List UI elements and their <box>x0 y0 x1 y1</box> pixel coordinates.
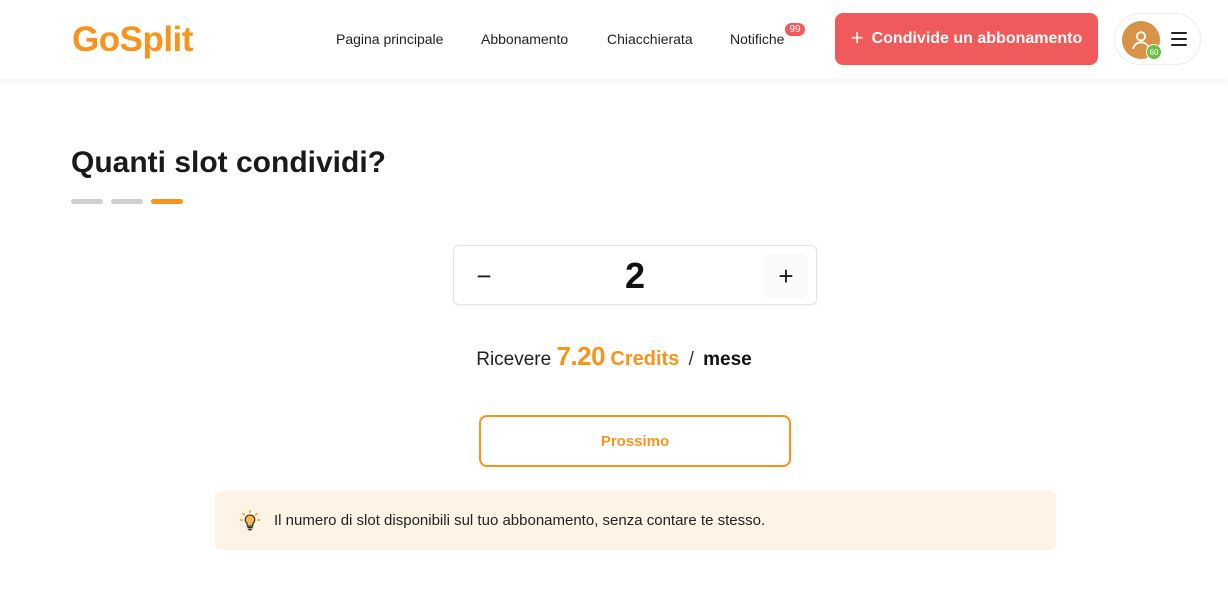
next-button[interactable]: Prossimo <box>479 415 791 467</box>
progress-step-3-active <box>151 199 183 204</box>
gosplit-logo[interactable]: GoSplit <box>72 20 193 60</box>
slot-quantity-stepper: − 2 + <box>453 245 817 305</box>
profile-menu-button[interactable]: 60 <box>1114 13 1201 65</box>
progress-steps <box>71 199 183 204</box>
earnings-amount: 7.20 <box>556 341 606 371</box>
nav-link-chat[interactable]: Chiacchierata <box>607 30 693 48</box>
progress-step-1 <box>71 199 103 204</box>
tip-banner: Il numero di slot disponibili sul tuo ab… <box>215 491 1056 550</box>
increase-slots-button[interactable]: + <box>764 254 808 298</box>
share-subscription-button[interactable]: + Condivide un abbonamento <box>835 13 1098 65</box>
nav-link-notifications[interactable]: Notifiche <box>730 30 784 48</box>
lightbulb-icon <box>240 509 260 530</box>
earnings-summary: Ricevere 7.20 Credits / mese <box>0 339 1228 377</box>
earnings-separator: / <box>688 349 694 370</box>
nav-link-home[interactable]: Pagina principale <box>336 30 443 48</box>
decrease-slots-button[interactable]: − <box>462 254 506 298</box>
tip-text: Il numero di slot disponibili sul tuo ab… <box>274 512 766 529</box>
plus-icon: + <box>850 25 864 50</box>
earnings-unit: Credits <box>610 348 680 370</box>
progress-step-2 <box>111 199 143 204</box>
notifications-count-badge: 99 <box>785 23 805 36</box>
page-title: Quanti slot condividi? <box>71 146 386 179</box>
user-level-badge: 60 <box>1146 44 1162 60</box>
top-header: GoSplit Pagina principale Abbonamento Ch… <box>0 0 1228 79</box>
earnings-prefix: Ricevere <box>476 349 552 370</box>
share-subscription-label: Condivide un abbonamento <box>871 30 1083 47</box>
nav-link-subscription[interactable]: Abbonamento <box>481 30 568 48</box>
hamburger-menu-icon[interactable] <box>1171 32 1187 46</box>
slot-count-value: 2 <box>624 255 646 296</box>
earnings-period: mese <box>703 349 752 370</box>
